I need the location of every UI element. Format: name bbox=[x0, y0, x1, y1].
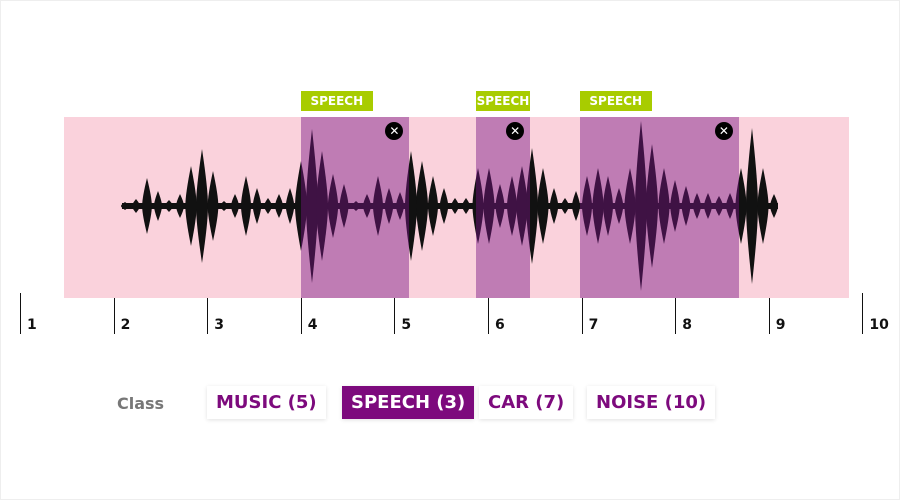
axis-tick-label: 10 bbox=[869, 317, 889, 333]
axis-tick-label: 4 bbox=[307, 317, 318, 333]
waveform-lobe bbox=[757, 168, 769, 244]
waveform-lobe bbox=[176, 194, 184, 218]
waveform-lobe bbox=[549, 188, 559, 224]
waveform-lobe bbox=[142, 178, 152, 234]
axis-tick-label: 6 bbox=[495, 317, 505, 333]
axis-tick bbox=[207, 298, 209, 334]
axis-tick-label: 3 bbox=[214, 317, 224, 333]
axis-tick bbox=[113, 298, 115, 334]
waveform-lobe bbox=[185, 166, 197, 246]
speech-region[interactable] bbox=[475, 117, 531, 298]
speech-region[interactable] bbox=[300, 117, 410, 298]
axis-tick-label: 7 bbox=[588, 317, 599, 333]
waveform-lobe bbox=[537, 168, 549, 244]
axis-tick bbox=[488, 298, 489, 334]
waveform-lobe bbox=[451, 198, 459, 214]
axis-tick bbox=[675, 298, 677, 334]
close-icon[interactable]: ✕ bbox=[506, 122, 525, 140]
region-label: SPEECH bbox=[300, 91, 373, 111]
waveform-lobe bbox=[154, 191, 162, 221]
axis-tick-label: 8 bbox=[682, 317, 692, 333]
class-button-car[interactable]: CAR (7) bbox=[479, 386, 574, 419]
axis-tick bbox=[862, 293, 864, 334]
waveform-lobe bbox=[770, 194, 778, 218]
class-button-speech[interactable]: SPEECH (3) bbox=[342, 386, 475, 419]
waveform-lobe bbox=[275, 194, 283, 218]
waveform-lobe bbox=[231, 194, 239, 218]
axis-tick bbox=[768, 298, 770, 334]
waveform-lobe bbox=[264, 198, 272, 214]
waveform-lobe bbox=[220, 201, 228, 211]
waveform-lobe bbox=[561, 198, 569, 214]
axis-tick-label: 1 bbox=[27, 317, 37, 333]
waveform-lobe bbox=[416, 161, 428, 251]
waveform-lobe bbox=[132, 199, 140, 213]
waveform-lobe bbox=[428, 176, 438, 236]
region-label: SPEECH bbox=[579, 91, 652, 111]
waveform bbox=[121, 121, 778, 291]
waveform-lobe bbox=[462, 198, 470, 214]
axis-tick bbox=[394, 298, 396, 334]
speech-region[interactable] bbox=[579, 117, 739, 298]
waveform-lobe bbox=[285, 188, 295, 224]
axis-tick-label: 2 bbox=[120, 317, 131, 333]
class-button-noise[interactable]: NOISE (10) bbox=[587, 386, 716, 419]
waveform-lobe bbox=[252, 188, 262, 224]
waveform-lobe bbox=[241, 176, 251, 236]
class-label: Class bbox=[117, 394, 165, 413]
axis-tick-label: 5 bbox=[401, 317, 412, 333]
waveform-lobe bbox=[746, 128, 758, 284]
region-label: SPEECH bbox=[475, 91, 531, 111]
axis-tick bbox=[581, 298, 583, 334]
waveform-lobe bbox=[196, 149, 208, 263]
axis-tick bbox=[300, 298, 302, 334]
waveform-lobe bbox=[165, 200, 173, 212]
class-button-music[interactable]: MUSIC (5) bbox=[207, 386, 326, 419]
waveform-lobe bbox=[207, 171, 219, 241]
waveform-lobe bbox=[439, 188, 449, 224]
axis-tick-label: 9 bbox=[775, 317, 786, 333]
close-icon[interactable]: ✕ bbox=[714, 122, 733, 140]
axis-tick bbox=[20, 293, 21, 334]
